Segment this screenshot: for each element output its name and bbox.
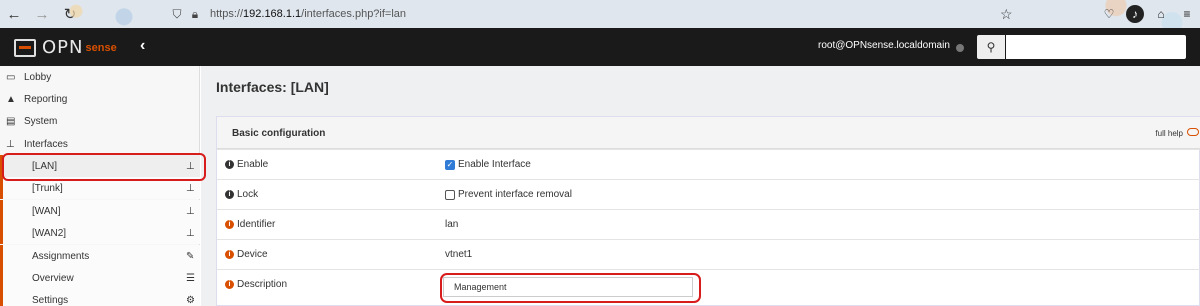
browser-extensions: ♡ ♪ ⌂ ≡ bbox=[1100, 5, 1196, 23]
user-label[interactable]: root@OPNsense.localdomain bbox=[818, 40, 950, 51]
sidebar-item-interfaces[interactable]: ⊥ Interfaces bbox=[0, 133, 200, 155]
logo-mark-icon bbox=[14, 38, 36, 57]
identifier-label: i Identifier bbox=[225, 219, 275, 230]
search-icon[interactable]: ⚲ bbox=[977, 35, 1005, 59]
pocket-icon[interactable]: ♡ bbox=[1100, 5, 1118, 23]
sitemap-icon: ⊥ bbox=[186, 182, 195, 194]
basic-configuration-panel: Basic configuration full help i Enable ✓… bbox=[216, 116, 1200, 306]
enable-label-text: Enable bbox=[237, 159, 269, 170]
identifier-label-text: Identifier bbox=[237, 219, 276, 230]
opnsense-logo[interactable]: OPN sense bbox=[14, 37, 117, 58]
profile-icon[interactable]: ⌂ bbox=[1152, 5, 1170, 23]
search-input[interactable] bbox=[1006, 35, 1186, 59]
lock-icon[interactable]: 🔒︎ bbox=[186, 7, 204, 22]
sidebar-item-wan2[interactable]: [WAN2] ⊥ bbox=[0, 222, 200, 244]
device-value: vtnet1 bbox=[445, 249, 473, 260]
info-icon[interactable]: i bbox=[225, 280, 234, 289]
sidebar-item-wan[interactable]: [WAN] ⊥ bbox=[0, 200, 200, 222]
device-row: i Device vtnet1 bbox=[217, 239, 1200, 269]
prevent-removal-checkbox[interactable] bbox=[445, 189, 455, 200]
sidebar-item-lobby[interactable]: ▭ Lobby bbox=[0, 66, 200, 88]
shield-icon[interactable]: ⛉ bbox=[168, 7, 186, 22]
lock-row: i Lock Prevent interface removal bbox=[217, 179, 1200, 209]
url-host: 192.168.1.1 bbox=[243, 8, 302, 20]
app-header: OPN sense ‹ root@OPNsense.localdomain ⚲ bbox=[0, 28, 1200, 66]
pencil-icon: ✎ bbox=[186, 250, 195, 262]
url-prefix: https:// bbox=[210, 8, 244, 20]
sitemap-icon: ⊥ bbox=[6, 138, 15, 150]
description-label: i Description bbox=[225, 279, 287, 290]
sidebar-item-label: Interfaces bbox=[24, 138, 68, 150]
lock-label: i Lock bbox=[225, 189, 258, 200]
sidebar-item-settings[interactable]: Settings ⚙ bbox=[0, 289, 200, 306]
toggle-icon[interactable] bbox=[1187, 128, 1199, 136]
url-path: /interfaces.php?if=lan bbox=[301, 8, 407, 20]
collapse-sidebar-icon[interactable]: ‹ bbox=[140, 37, 145, 55]
prevent-removal-checkbox-wrap[interactable]: Prevent interface removal bbox=[445, 189, 572, 200]
list-icon: ☰ bbox=[186, 272, 195, 284]
enable-row: i Enable ✓ Enable Interface bbox=[217, 149, 1200, 179]
info-icon[interactable]: i bbox=[225, 220, 234, 229]
sidebar-item-label: Assignments bbox=[32, 250, 90, 262]
status-dot bbox=[956, 44, 964, 52]
enable-interface-checkbox[interactable]: ✓ bbox=[445, 159, 455, 170]
address-bar[interactable]: ⛉ 🔒︎ https://192.168.1.1/interfaces.php?… bbox=[168, 3, 1028, 25]
sidebar-item-label: System bbox=[24, 115, 58, 127]
area-chart-icon: ▲ bbox=[6, 93, 16, 105]
device-label-text: Device bbox=[237, 249, 268, 260]
panel-title: Basic configuration bbox=[232, 128, 326, 139]
cogs-icon: ⚙ bbox=[186, 294, 195, 306]
browser-theme-decoration bbox=[40, 0, 160, 28]
description-label-text: Description bbox=[237, 279, 288, 290]
main-content: Interfaces: [LAN] Basic configuration fu… bbox=[201, 66, 1200, 306]
menu-icon[interactable]: ≡ bbox=[1178, 5, 1196, 23]
logo-text: OPN bbox=[42, 37, 84, 58]
sitemap-icon: ⊥ bbox=[186, 205, 195, 217]
sidebar-item-overview[interactable]: Overview ☰ bbox=[0, 267, 200, 289]
info-icon[interactable]: i bbox=[225, 160, 234, 169]
description-row: i Description Management bbox=[217, 269, 1200, 306]
extension-icon[interactable]: ♪ bbox=[1126, 5, 1144, 23]
bookmark-star-icon[interactable]: ☆ bbox=[1000, 6, 1013, 23]
enable-interface-label[interactable]: Enable Interface bbox=[458, 159, 531, 170]
lock-label-text: Lock bbox=[237, 189, 259, 200]
page-title: Interfaces: [LAN] bbox=[216, 79, 329, 95]
info-icon[interactable]: i bbox=[225, 190, 234, 199]
laptop-icon: ▭ bbox=[6, 71, 16, 83]
url-text[interactable]: https://192.168.1.1/interfaces.php?if=la… bbox=[210, 8, 406, 20]
sidebar-item-label: Overview bbox=[32, 272, 74, 284]
sitemap-icon: ⊥ bbox=[186, 227, 195, 239]
sidebar-item-label: [Trunk] bbox=[32, 182, 63, 194]
identifier-row: i Identifier lan bbox=[217, 209, 1200, 239]
lan-highlight-annotation bbox=[2, 153, 206, 181]
enable-interface-checkbox-wrap[interactable]: ✓ Enable Interface bbox=[445, 159, 531, 170]
server-icon: ▤ bbox=[6, 115, 16, 127]
sidebar-item-label: Reporting bbox=[24, 93, 68, 105]
sidebar-item-label: [WAN2] bbox=[32, 227, 67, 239]
description-highlight-annotation bbox=[440, 273, 701, 303]
back-icon[interactable]: ← bbox=[0, 0, 28, 28]
info-icon[interactable]: i bbox=[225, 250, 234, 259]
panel-header: Basic configuration full help bbox=[217, 117, 1200, 149]
sidebar-item-label: Settings bbox=[32, 294, 69, 306]
sidebar-item-label: [WAN] bbox=[32, 205, 61, 217]
device-label: i Device bbox=[225, 249, 268, 260]
enable-label: i Enable bbox=[225, 159, 268, 170]
sidebar: ▭ Lobby ▲ Reporting ▤ System ⊥ Interface… bbox=[0, 66, 200, 306]
prevent-removal-label[interactable]: Prevent interface removal bbox=[458, 189, 572, 200]
sidebar-item-system[interactable]: ▤ System bbox=[0, 110, 200, 132]
sidebar-item-label: Lobby bbox=[24, 71, 52, 83]
full-help-link[interactable]: full help bbox=[1155, 129, 1183, 138]
logo-sub: sense bbox=[85, 41, 117, 54]
identifier-value: lan bbox=[445, 219, 459, 230]
browser-toolbar: ← → ↻ ⛉ 🔒︎ https://192.168.1.1/interface… bbox=[0, 0, 1200, 28]
sidebar-item-reporting[interactable]: ▲ Reporting bbox=[0, 88, 200, 110]
sidebar-item-assignments[interactable]: Assignments ✎ bbox=[0, 245, 200, 267]
